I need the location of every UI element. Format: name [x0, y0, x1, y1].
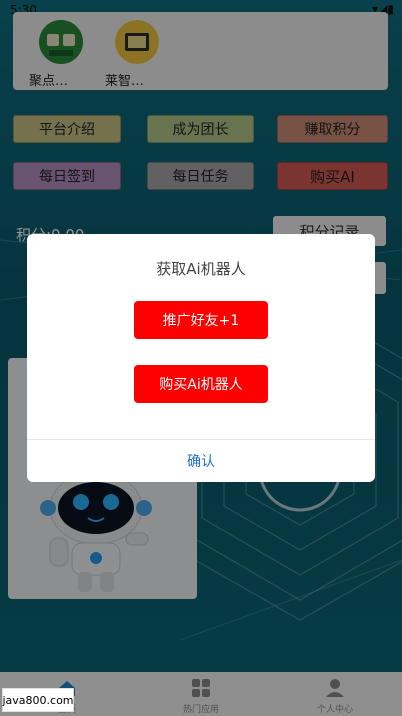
confirm-button[interactable]: 确认 [27, 439, 375, 482]
buy-robot-button[interactable]: 购买Ai机器人 [134, 365, 268, 403]
watermark: java800.com [2, 688, 74, 712]
dialog-title: 获取Ai机器人 [156, 260, 246, 278]
invite-friend-button[interactable]: 推广好友+1 [134, 301, 268, 339]
get-robot-dialog: 获取Ai机器人 推广好友+1 购买Ai机器人 确认 [27, 234, 375, 482]
